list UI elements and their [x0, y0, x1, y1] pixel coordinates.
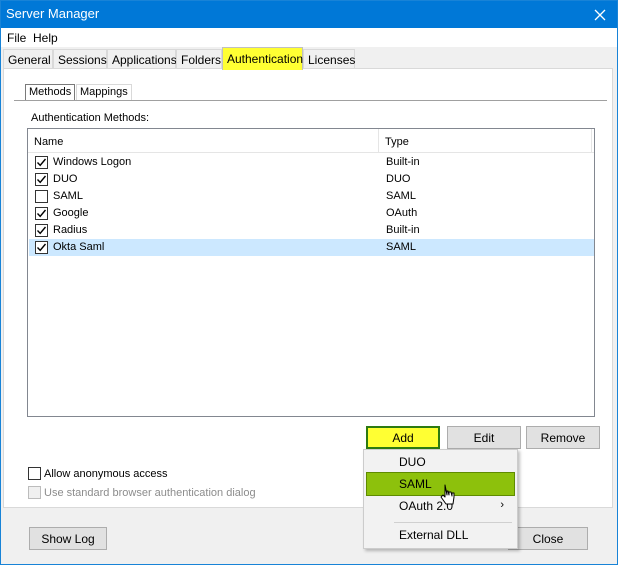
- close-window-button[interactable]: [583, 1, 617, 28]
- show-log-button[interactable]: Show Log: [29, 527, 107, 550]
- close-icon: [594, 9, 606, 20]
- remove-button[interactable]: Remove: [526, 426, 600, 449]
- tab-folders[interactable]: Folders: [176, 49, 222, 69]
- row-name: Google: [53, 207, 89, 219]
- tab-licenses[interactable]: Licenses: [303, 49, 355, 69]
- title-bar: Server Manager: [1, 1, 617, 28]
- close-button[interactable]: Close: [508, 527, 588, 550]
- tab-general[interactable]: General: [3, 49, 53, 69]
- row-checkbox[interactable]: [35, 207, 48, 220]
- column-header-type[interactable]: Type: [385, 136, 409, 148]
- mouse-pointer-icon: [440, 484, 455, 505]
- row-checkbox[interactable]: [35, 241, 48, 254]
- window-title: Server Manager: [6, 6, 100, 21]
- menu-item-label: SAML: [399, 477, 432, 491]
- edit-button[interactable]: Edit: [447, 426, 521, 449]
- checkmark-icon: [36, 226, 47, 235]
- column-separator[interactable]: [591, 129, 592, 153]
- row-checkbox[interactable]: [35, 190, 48, 203]
- subtab-divider: [14, 100, 607, 101]
- menu-item-external-dll[interactable]: External DLL: [367, 524, 514, 546]
- checkmark-icon: [36, 209, 47, 218]
- row-type: SAML: [386, 190, 416, 202]
- browser-dialog-label: Use standard browser authentication dial…: [44, 487, 256, 499]
- auth-methods-list[interactable]: Name Type Windows Logon Built-in DUO DUO…: [27, 128, 595, 417]
- checkmark-icon: [36, 243, 47, 252]
- tab-sessions[interactable]: Sessions: [53, 49, 107, 69]
- table-row[interactable]: Windows Logon Built-in: [29, 154, 594, 171]
- table-row[interactable]: Radius Built-in: [29, 222, 594, 239]
- tab-applications[interactable]: Applications: [107, 49, 177, 69]
- subtab-methods[interactable]: Methods: [25, 84, 76, 101]
- menu-file[interactable]: File: [7, 31, 26, 45]
- anonymous-access-checkbox[interactable]: [28, 467, 41, 480]
- row-name: DUO: [53, 173, 78, 185]
- row-name: Okta Saml: [53, 241, 105, 253]
- server-manager-window: Server Manager File Help General Session…: [0, 0, 618, 565]
- tab-authentication[interactable]: Authentication: [222, 47, 303, 70]
- row-name: Windows Logon: [53, 156, 132, 168]
- table-row[interactable]: Google OAuth: [29, 205, 594, 222]
- menu-item-label: External DLL: [399, 528, 469, 542]
- menu-help[interactable]: Help: [33, 31, 58, 45]
- checkmark-icon: [36, 175, 47, 184]
- row-type: OAuth: [386, 207, 418, 219]
- row-type: Built-in: [386, 224, 420, 236]
- row-name: SAML: [53, 190, 83, 202]
- column-separator[interactable]: [378, 129, 379, 153]
- add-button[interactable]: Add: [366, 426, 440, 449]
- subtab-mappings[interactable]: Mappings: [76, 84, 132, 101]
- submenu-arrow-icon: ›: [500, 499, 504, 511]
- list-header: Name Type: [28, 129, 594, 153]
- menu-item-label: DUO: [399, 455, 426, 469]
- checkmark-icon: [36, 158, 47, 167]
- row-type: Built-in: [386, 156, 420, 168]
- row-checkbox[interactable]: [35, 173, 48, 186]
- menu-separator: [394, 522, 512, 523]
- column-header-name[interactable]: Name: [34, 136, 63, 148]
- main-tabstrip: General Sessions Applications Folders Au…: [1, 47, 617, 70]
- auth-methods-caption: Authentication Methods:: [31, 112, 150, 124]
- table-row[interactable]: SAML SAML: [29, 188, 594, 205]
- authentication-panel: Methods Mappings Authentication Methods:…: [3, 68, 613, 508]
- row-checkbox[interactable]: [35, 224, 48, 237]
- table-row[interactable]: DUO DUO: [29, 171, 594, 188]
- menu-item-duo[interactable]: DUO: [367, 451, 514, 473]
- row-type: DUO: [386, 173, 411, 185]
- row-checkbox[interactable]: [35, 156, 48, 169]
- browser-dialog-checkbox: [28, 486, 41, 499]
- row-type: SAML: [386, 241, 416, 253]
- anonymous-access-label: Allow anonymous access: [44, 468, 168, 480]
- table-row-selected[interactable]: Okta Saml SAML: [29, 239, 594, 256]
- menu-bar: File Help: [1, 28, 617, 47]
- row-name: Radius: [53, 224, 88, 236]
